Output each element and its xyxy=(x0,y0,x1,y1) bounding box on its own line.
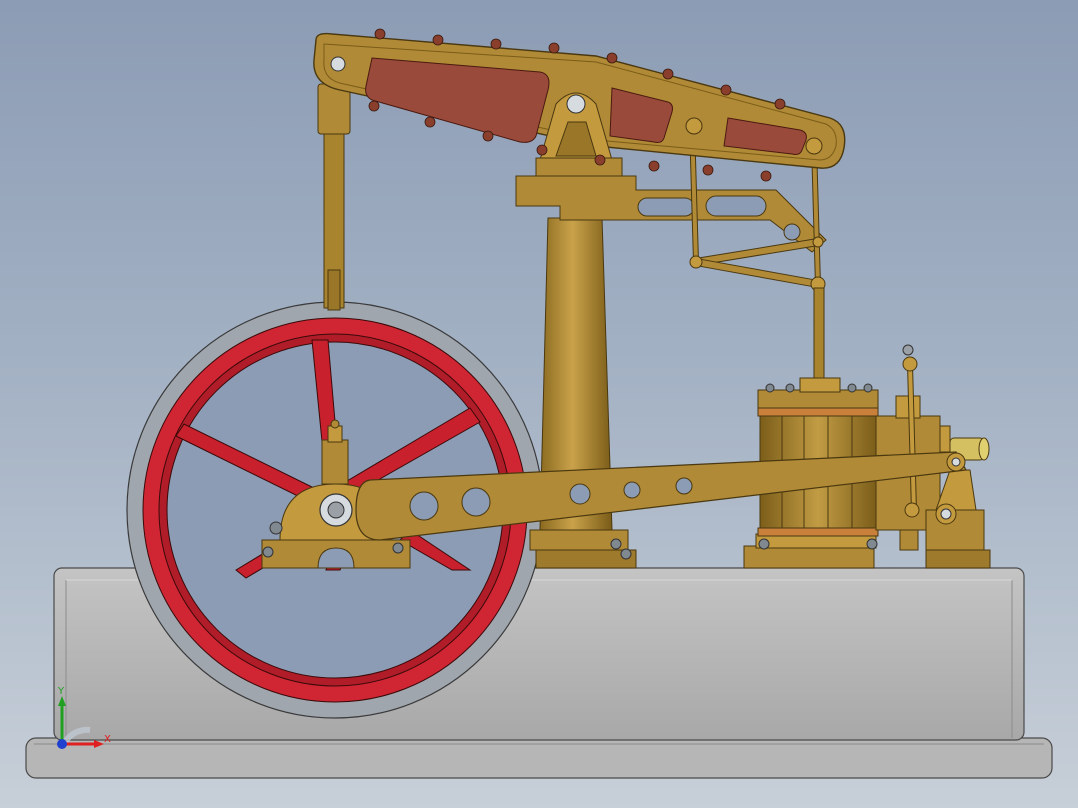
graphics-viewport[interactable]: X Y xyxy=(0,0,1078,808)
z-axis-dot xyxy=(57,739,67,749)
piston-rod[interactable] xyxy=(813,287,825,383)
y-axis-label: Y xyxy=(57,686,65,697)
walking-beam[interactable] xyxy=(313,32,846,177)
connecting-rod[interactable] xyxy=(317,83,351,311)
coordinate-triad-icon: X Y xyxy=(57,686,111,749)
x-axis-label: X xyxy=(104,734,111,745)
beam-engine-model[interactable] xyxy=(0,0,1078,808)
x-axis-head xyxy=(94,740,104,748)
y-axis-head xyxy=(58,696,66,706)
